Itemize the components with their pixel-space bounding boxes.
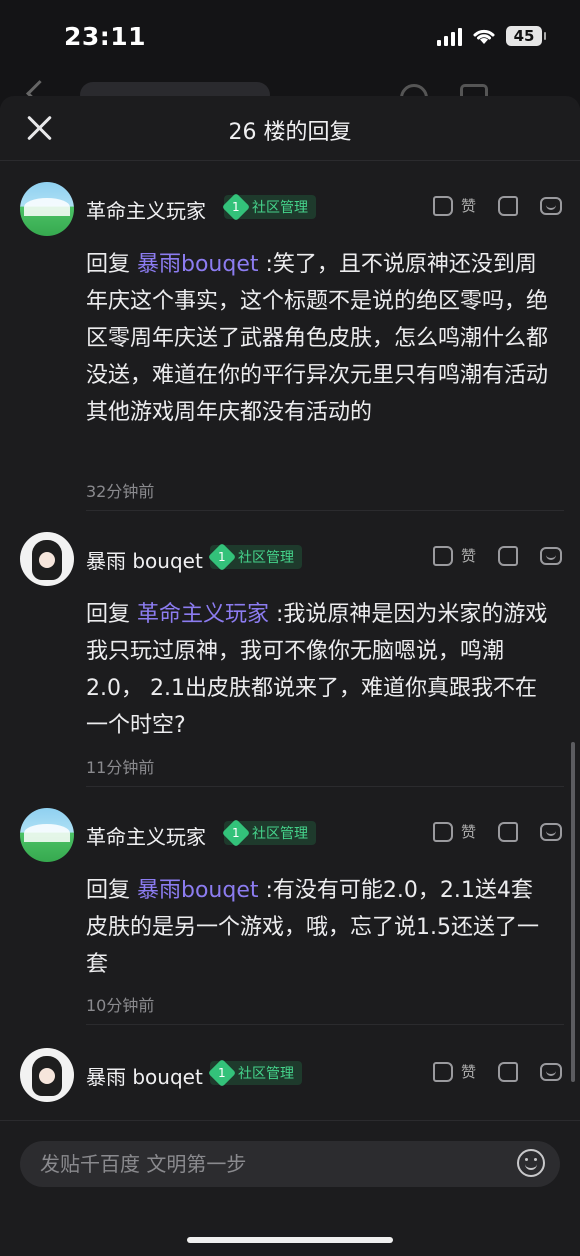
avatar[interactable] [20, 532, 74, 586]
avatar[interactable] [20, 808, 74, 862]
role-badge: 1 社区管理 [207, 542, 302, 572]
avatar[interactable] [20, 182, 74, 236]
scrollbar[interactable] [571, 742, 575, 1082]
reply-actions: 赞 [411, 195, 562, 216]
dislike-button[interactable] [498, 545, 518, 566]
status-bar: 23:11 45 [0, 0, 580, 78]
status-time: 23:11 [64, 22, 147, 51]
status-icons: 45 [437, 26, 546, 46]
comment-icon [540, 822, 562, 841]
wifi-icon [473, 29, 495, 44]
avatar[interactable] [20, 1048, 74, 1102]
reply-sheet: 26 楼的回复 革命主义玩家 1 社区管理 赞 回复 暴雨bouqet :笑了，… [0, 96, 580, 1255]
battery-icon: 45 [506, 26, 546, 46]
username[interactable]: 暴雨 bouqet [86, 545, 203, 574]
comment-button[interactable] [540, 1062, 562, 1081]
comment-button[interactable] [540, 196, 562, 215]
role-badge: 1 社区管理 [207, 1058, 302, 1088]
dislike-button[interactable] [498, 1061, 518, 1082]
sheet-header: 26 楼的回复 [0, 96, 580, 161]
reply-time: 32分钟前 [86, 482, 155, 501]
thumbs-up-icon [432, 1061, 453, 1082]
comment-button[interactable] [540, 822, 562, 841]
reply-time: 11分钟前 [86, 758, 155, 777]
like-button[interactable]: 赞 [432, 545, 476, 566]
reply-content[interactable]: 回复 革命主义玩家 :我说原神是因为米家的游戏我只玩过原神，我可不像你无脑嗯说，… [86, 596, 548, 744]
divider [86, 786, 564, 787]
thumbs-up-icon [432, 821, 453, 842]
emoji-icon[interactable] [517, 1149, 545, 1177]
reply-actions: 赞 [411, 1061, 562, 1082]
reply-actions: 赞 [411, 545, 562, 566]
comment-input[interactable] [20, 1141, 560, 1187]
comment-button[interactable] [540, 546, 562, 565]
reply-time: 10分钟前 [86, 996, 155, 1015]
comment-icon [540, 546, 562, 565]
like-button[interactable]: 赞 [432, 1061, 476, 1082]
home-indicator [187, 1237, 393, 1243]
reply-actions: 赞 [411, 821, 562, 842]
role-badge: 1 社区管理 [221, 818, 316, 848]
username[interactable]: 暴雨 bouqet [86, 1061, 203, 1090]
mention-link[interactable]: 暴雨bouqet [137, 878, 259, 903]
like-button[interactable]: 赞 [432, 821, 476, 842]
thumbs-down-icon [498, 545, 518, 566]
username[interactable]: 革命主义玩家 [86, 195, 206, 224]
username[interactable]: 革命主义玩家 [86, 821, 206, 850]
reply-content[interactable]: 回复 暴雨bouqet :有没有可能2.0，2.1送4套皮肤的是另一个游戏，哦，… [86, 872, 548, 983]
dislike-button[interactable] [498, 195, 518, 216]
cellular-signal-icon [437, 26, 462, 46]
mention-link[interactable]: 革命主义玩家 [137, 602, 269, 627]
like-button[interactable]: 赞 [432, 195, 476, 216]
divider [86, 510, 564, 511]
thumbs-down-icon [498, 195, 518, 216]
comment-icon [540, 196, 562, 215]
thumbs-down-icon [498, 1061, 518, 1082]
thumbs-down-icon [498, 821, 518, 842]
thumbs-up-icon [432, 545, 453, 566]
divider [86, 1024, 564, 1025]
composer-bar [0, 1120, 580, 1256]
mention-link[interactable]: 暴雨bouqet [137, 252, 259, 277]
reply-content[interactable]: 回复 暴雨bouqet :笑了，且不说原神还没到周年庆这个事实，这个标题不是说的… [86, 246, 548, 431]
thumbs-up-icon [432, 195, 453, 216]
comment-icon [540, 1062, 562, 1081]
dislike-button[interactable] [498, 821, 518, 842]
role-badge: 1 社区管理 [221, 192, 316, 222]
sheet-title: 26 楼的回复 [228, 120, 352, 145]
